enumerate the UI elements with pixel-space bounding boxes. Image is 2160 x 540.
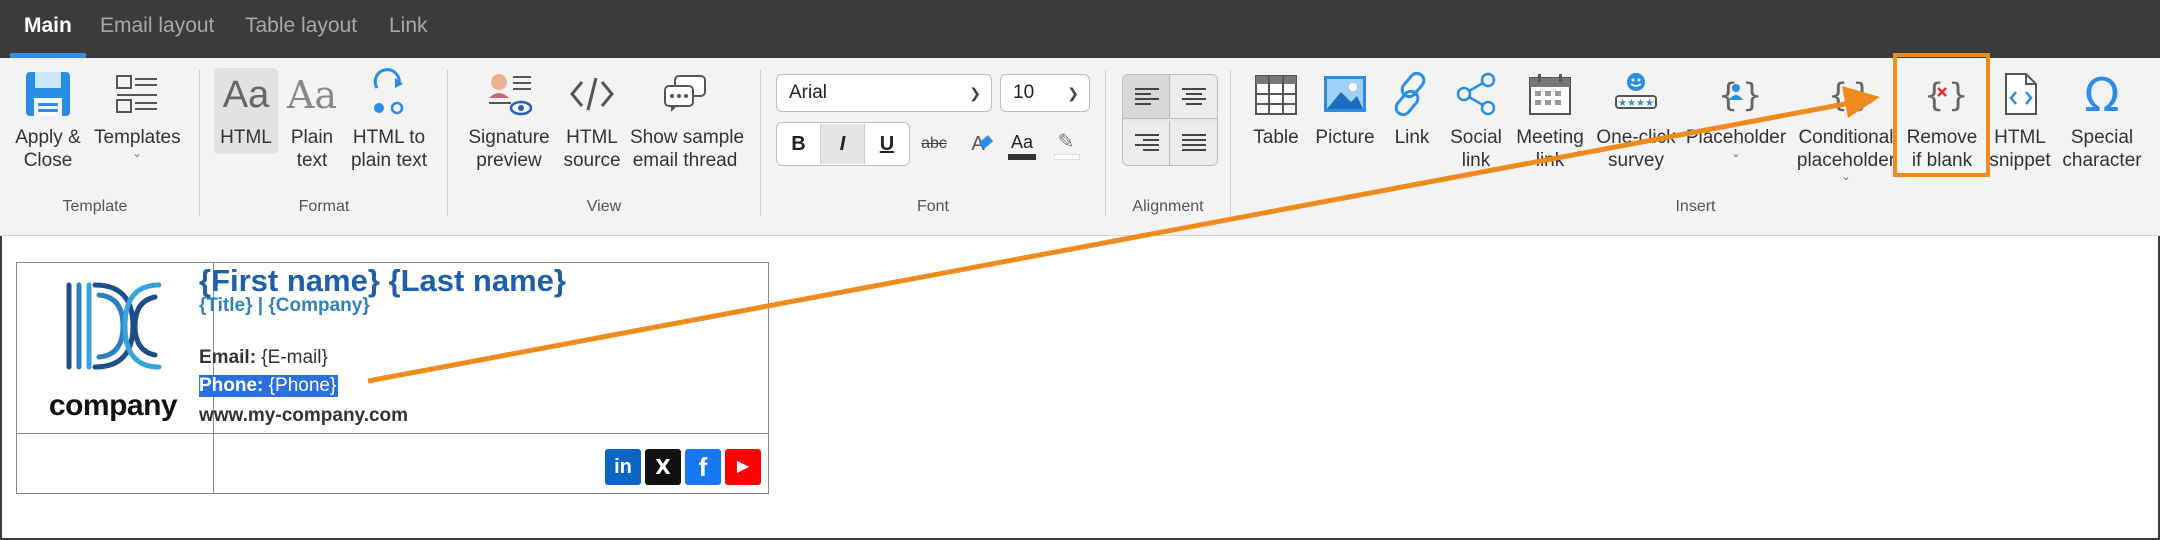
- annotation-arrow: [367, 86, 1880, 384]
